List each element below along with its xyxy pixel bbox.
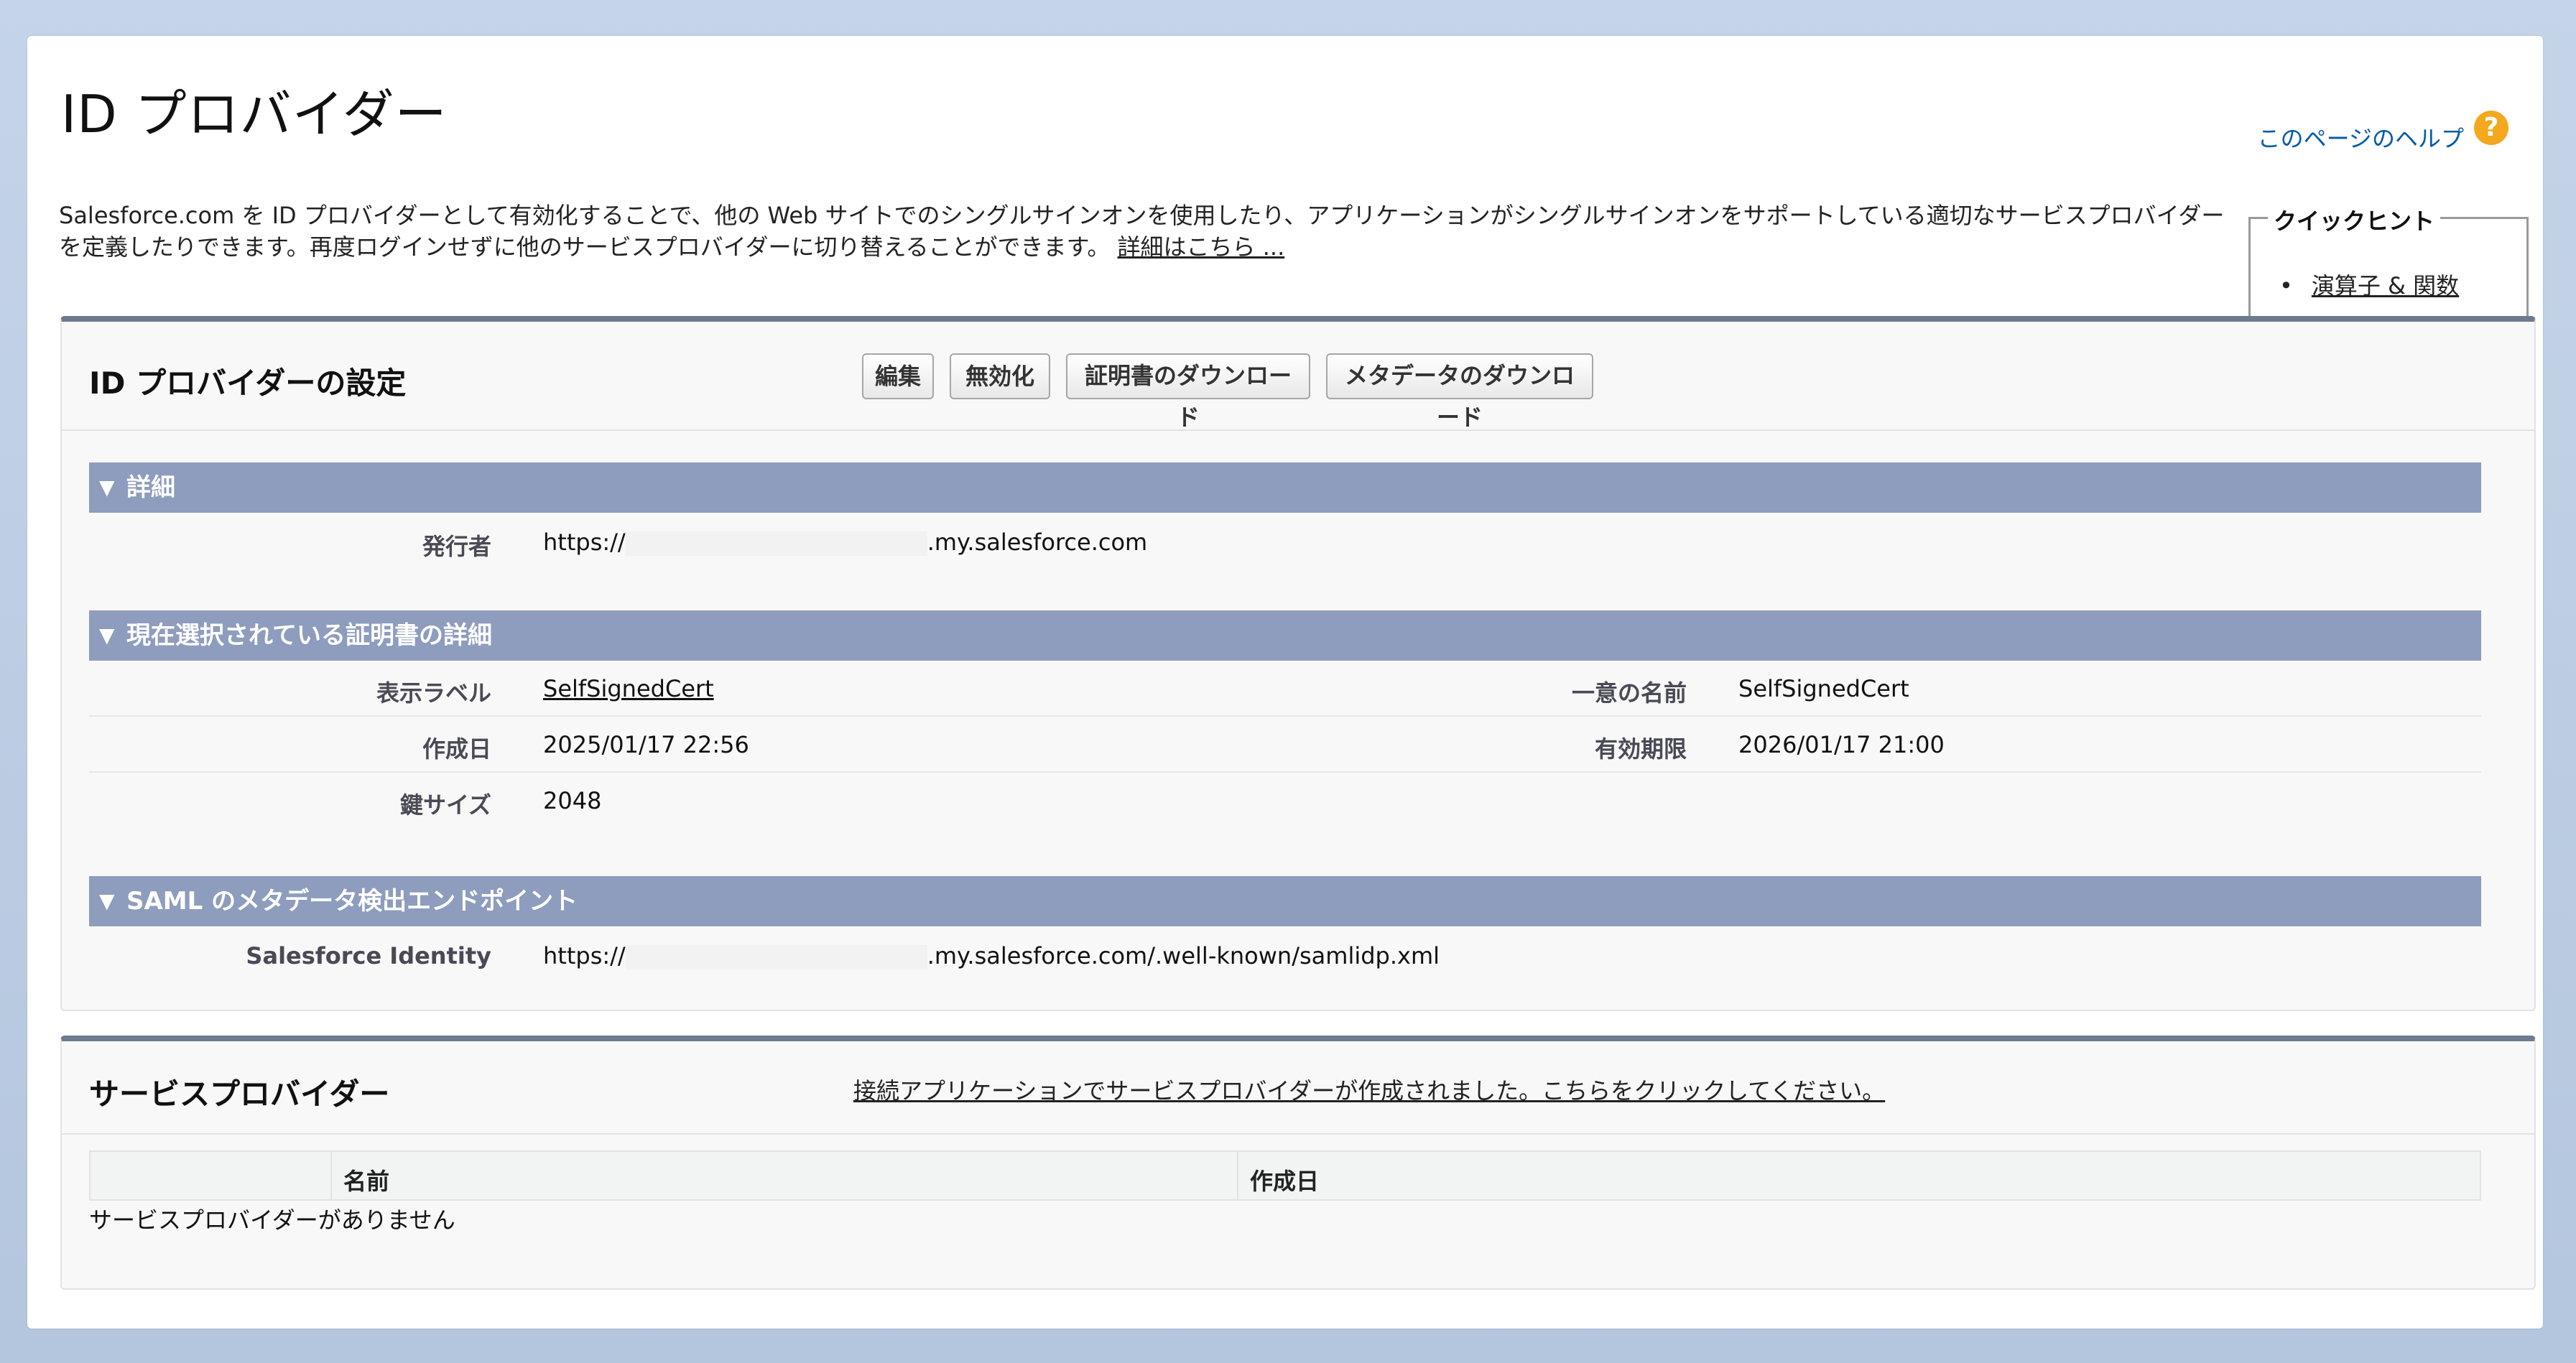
collapse-triangle-icon: ▼ — [99, 889, 115, 913]
created-value: 2025/01/17 22:56 — [543, 731, 749, 758]
cert-section-title: 現在選択されている証明書の詳細 — [126, 621, 492, 650]
intro-text: Salesforce.com を ID プロバイダーとして有効化することで、他の… — [59, 200, 2243, 263]
expires-label: 有効期限 — [1594, 735, 1687, 763]
bullet-icon: • — [2279, 272, 2293, 299]
help-link[interactable]: このページのヘルプ — [2258, 121, 2464, 154]
identity-value: https:// .my.salesforce.com/.well-known/s… — [543, 942, 1440, 969]
quick-tips-title: クイックヒント — [2268, 203, 2441, 236]
service-providers-block: サービスプロバイダー 接続アプリケーションでサービスプロバイダーが作成されました… — [60, 1036, 2536, 1290]
details-section-header[interactable]: ▼ 詳細 — [89, 462, 2481, 513]
unique-name-value: SelfSignedCert — [1738, 675, 1909, 702]
unique-name-label: 一意の名前 — [1571, 679, 1687, 707]
issuer-row: 発行者 https:// .my.salesforce.com — [89, 514, 2481, 570]
redacted-area — [625, 531, 927, 556]
collapse-triangle-icon: ▼ — [99, 623, 115, 647]
service-providers-title: サービスプロバイダー — [89, 1076, 390, 1112]
column-divider — [1237, 1152, 1238, 1199]
issuer-suffix: .my.salesforce.com — [927, 529, 1148, 556]
cert-row-keysize: 鍵サイズ 2048 — [89, 773, 2481, 829]
edit-button[interactable]: 編集 — [862, 353, 934, 399]
details-section-title: 詳細 — [126, 473, 175, 502]
identity-prefix: https:// — [543, 942, 626, 969]
cert-link[interactable]: SelfSignedCert — [543, 675, 714, 702]
download-metadata-button[interactable]: メタデータのダウンロード — [1326, 353, 1593, 431]
issuer-value: https:// .my.salesforce.com — [543, 529, 1147, 556]
help-icon[interactable]: ? — [2474, 111, 2508, 145]
issuer-prefix: https:// — [543, 529, 626, 556]
quick-tips-item: • 演算子 & 関数 — [2279, 268, 2459, 301]
service-providers-table-header: 名前 作成日 — [89, 1150, 2481, 1201]
main-content: ID プロバイダー このページのヘルプ ? Salesforce.com を I… — [27, 36, 2543, 1329]
display-label-value: SelfSignedCert — [543, 675, 714, 702]
identity-label: Salesforce Identity — [246, 942, 491, 969]
cert-section-header[interactable]: ▼ 現在選択されている証明書の詳細 — [89, 610, 2481, 661]
idp-settings-header: ID プロバイダーの設定 編集 無効化 証明書のダウンロード メタデータのダウン… — [62, 322, 2534, 431]
cert-row-dates: 作成日 2025/01/17 22:56 有効期限 2026/01/17 21:… — [89, 717, 2481, 773]
column-name-header[interactable]: 名前 — [343, 1163, 389, 1196]
idp-settings-title: ID プロバイダーの設定 — [89, 366, 407, 401]
created-label: 作成日 — [422, 735, 491, 763]
empty-list-message: サービスプロバイダーがありません — [89, 1206, 455, 1234]
identity-suffix: .my.salesforce.com/.well-known/samlidp.x… — [927, 942, 1440, 969]
display-label-label: 表示ラベル — [376, 679, 491, 707]
disable-button[interactable]: 無効化 — [950, 353, 1050, 399]
key-size-label: 鍵サイズ — [399, 791, 491, 819]
saml-section-header[interactable]: ▼ SAML のメタデータ検出エンドポイント — [89, 876, 2481, 926]
download-cert-button[interactable]: 証明書のダウンロード — [1066, 353, 1310, 431]
key-size-value: 2048 — [543, 787, 602, 814]
page-title: ID プロバイダー — [61, 84, 448, 144]
saml-section-title: SAML のメタデータ検出エンドポイント — [126, 887, 578, 916]
saml-identity-row: Salesforce Identity https:// .my.salesfor… — [89, 928, 2481, 984]
service-providers-header: サービスプロバイダー 接続アプリケーションでサービスプロバイダーが作成されました… — [62, 1041, 2534, 1135]
collapse-triangle-icon: ▼ — [99, 475, 115, 499]
idp-settings-block: ID プロバイダーの設定 編集 無効化 証明書のダウンロード メタデータのダウン… — [60, 316, 2536, 1011]
create-service-provider-link[interactable]: 接続アプリケーションでサービスプロバイダーが作成されました。こちらをクリックして… — [853, 1073, 1885, 1106]
issuer-label: 発行者 — [422, 533, 491, 560]
operators-functions-link[interactable]: 演算子 & 関数 — [2312, 272, 2459, 299]
column-created-header[interactable]: 作成日 — [1250, 1163, 1319, 1196]
more-info-link[interactable]: 詳細はこちら ... — [1118, 233, 1285, 261]
redacted-area — [625, 945, 927, 969]
cert-row-label: 表示ラベル SelfSignedCert 一意の名前 SelfSignedCer… — [89, 661, 2481, 717]
expires-value: 2026/01/17 21:00 — [1738, 731, 1945, 758]
column-divider — [330, 1152, 332, 1199]
